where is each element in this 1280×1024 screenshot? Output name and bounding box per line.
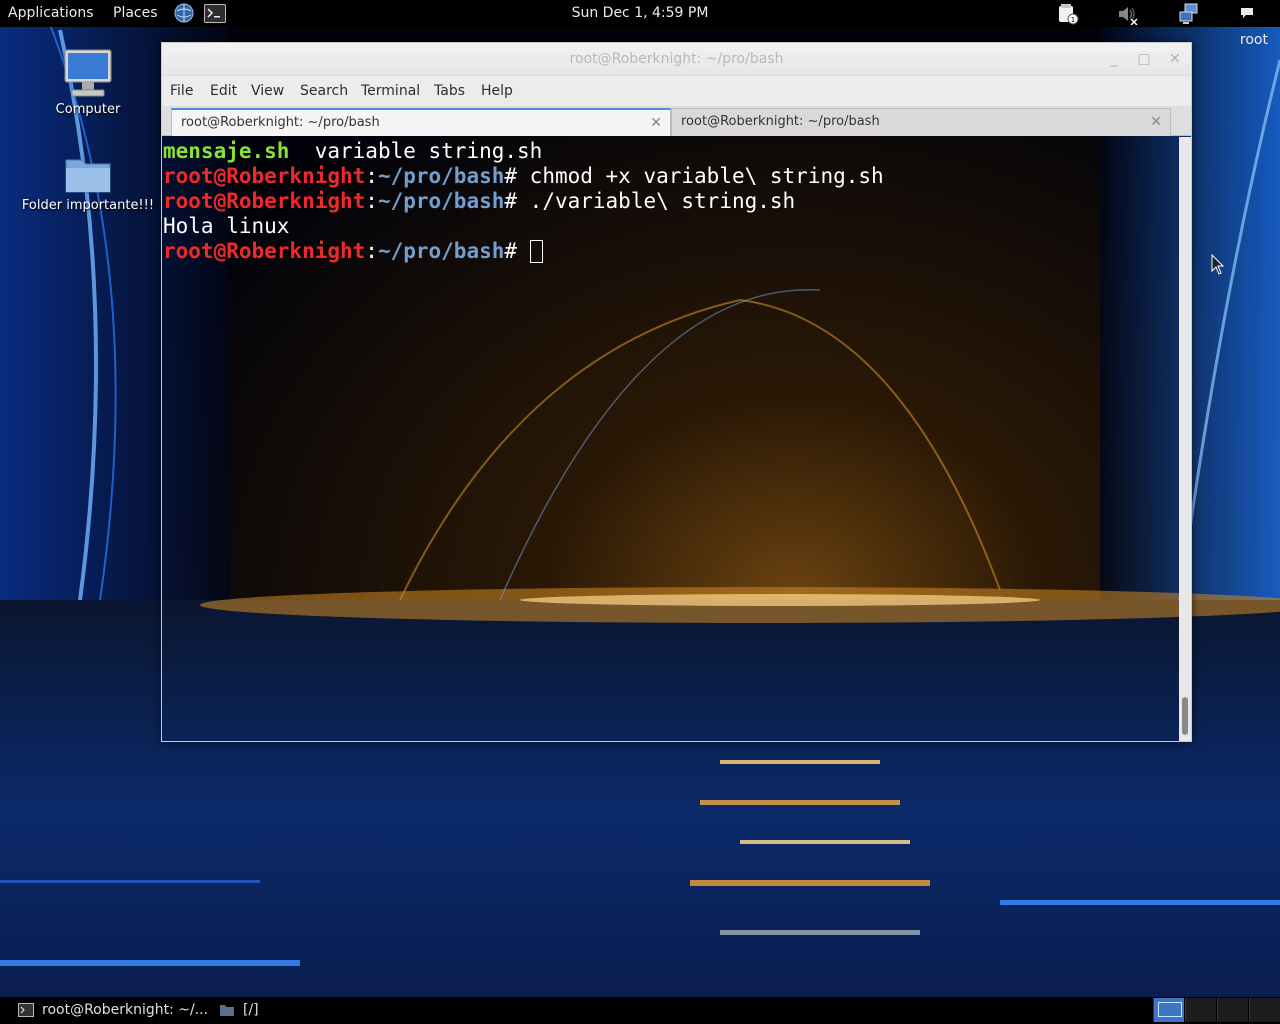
terminal-line: mensaje.sh variable string.sh — [163, 139, 1179, 164]
volume-muted-icon[interactable] — [1116, 3, 1138, 25]
command-output: Hola linux — [163, 214, 290, 238]
terminal-launcher-icon[interactable] — [204, 4, 226, 23]
terminal-line: root@Roberknight:~/pro/bash# — [163, 239, 1179, 264]
terminal-icon — [18, 1003, 34, 1017]
desktop-icon-label: Computer — [55, 102, 121, 117]
tab-terminal-1[interactable]: root@Roberknight: ~/pro/bash ✕ — [171, 108, 671, 136]
prompt-user: root@Roberknight — [163, 239, 366, 263]
command-text: # — [504, 239, 530, 263]
menu-file[interactable]: File — [170, 76, 193, 106]
window-title-bar[interactable]: root@Roberknight: ~/pro/bash _ □ ✕ — [162, 43, 1191, 76]
taskbar-terminal-window[interactable]: root@Roberknight: ~/... — [18, 997, 218, 1024]
terminal-line: root@Roberknight:~/pro/bash# ./variable\… — [163, 189, 1179, 214]
tab-label: root@Roberknight: ~/pro/bash — [681, 114, 880, 129]
applications-menu[interactable]: Applications — [8, 0, 94, 27]
chat-status-icon — [1240, 8, 1253, 18]
prompt-user: root@Roberknight — [163, 164, 366, 188]
menu-terminal[interactable]: Terminal — [361, 76, 420, 106]
user-menu[interactable]: root — [1240, 0, 1268, 48]
desktop-icon-folder[interactable]: Folder importante!!! — [18, 152, 158, 213]
folder-icon — [220, 1005, 234, 1016]
close-window-button[interactable]: ✕ — [1168, 52, 1182, 66]
prompt-separator: : — [365, 164, 378, 188]
desktop-icon-computer[interactable]: Computer — [18, 48, 158, 117]
menu-view[interactable]: View — [251, 76, 284, 106]
workspace-4[interactable] — [1249, 998, 1280, 1022]
network-icon[interactable] — [1178, 3, 1200, 25]
terminal-line: root@Roberknight:~/pro/bash# chmod +x va… — [163, 164, 1179, 189]
top-panel: Applications Places Sun Dec 1, 4:59 PM 1 — [0, 0, 1280, 48]
prompt-separator: : — [365, 189, 378, 213]
menu-help[interactable]: Help — [481, 76, 513, 106]
places-menu[interactable]: Places — [113, 0, 158, 27]
web-browser-icon[interactable] — [173, 2, 195, 24]
menu-edit[interactable]: Edit — [210, 76, 237, 106]
taskbar-file-manager[interactable]: [/] — [219, 997, 279, 1024]
user-name: root — [1239, 32, 1268, 48]
tab-terminal-2[interactable]: root@Roberknight: ~/pro/bash ✕ — [671, 108, 1171, 136]
prompt-path: ~/pro/bash — [377, 164, 505, 188]
bottom-panel: root@Roberknight: ~/... [/] — [0, 997, 1280, 1024]
folder-icon — [65, 159, 111, 193]
menu-bar: File Edit View Search Terminal Tabs Help — [162, 76, 1191, 106]
prompt-path: ~/pro/bash — [377, 189, 505, 213]
terminal-window: root@Roberknight: ~/pro/bash _ □ ✕ File … — [161, 42, 1192, 742]
workspace-1[interactable] — [1153, 998, 1184, 1022]
prompt-user: root@Roberknight — [163, 189, 366, 213]
close-tab-icon[interactable]: ✕ — [650, 110, 662, 136]
terminal-line: Hola linux — [163, 214, 1179, 239]
menu-tabs[interactable]: Tabs — [434, 76, 465, 106]
command-text: # chmod +x variable\ string.sh — [504, 164, 884, 188]
prompt-path: ~/pro/bash — [377, 239, 505, 263]
computer-icon — [64, 49, 112, 97]
scrollbar-thumb[interactable] — [1182, 697, 1188, 735]
minimize-button[interactable]: _ — [1107, 52, 1121, 66]
mouse-pointer-icon — [1211, 254, 1225, 275]
workspace-2[interactable] — [1185, 998, 1216, 1022]
filename: variable string.sh — [289, 139, 543, 163]
terminal-output[interactable]: mensaje.sh variable string.sh root@Rober… — [162, 137, 1179, 741]
tab-bar: root@Roberknight: ~/pro/bash ✕ root@Robe… — [162, 106, 1191, 136]
clock[interactable]: Sun Dec 1, 4:59 PM — [572, 5, 709, 21]
updates-icon[interactable]: 1 — [1057, 3, 1079, 25]
window-title: root@Roberknight: ~/pro/bash — [569, 51, 784, 67]
prompt-separator: : — [365, 239, 378, 263]
desktop-icon-label: Folder importante!!! — [21, 198, 155, 213]
menu-search[interactable]: Search — [300, 76, 348, 106]
vertical-scrollbar[interactable] — [1179, 137, 1191, 741]
command-text: # ./variable\ string.sh — [504, 189, 796, 213]
svg-text:1: 1 — [1071, 16, 1075, 24]
tab-label: root@Roberknight: ~/pro/bash — [181, 115, 380, 130]
close-tab-icon[interactable]: ✕ — [1150, 109, 1162, 135]
taskbar-label: root@Roberknight: ~/... — [42, 1002, 209, 1018]
taskbar-label: [/] — [243, 1002, 259, 1018]
maximize-button[interactable]: □ — [1137, 52, 1151, 66]
workspace-switcher — [1152, 997, 1280, 1024]
text-cursor — [529, 240, 543, 263]
workspace-3[interactable] — [1217, 998, 1248, 1022]
executable-filename: mensaje.sh — [163, 139, 290, 163]
